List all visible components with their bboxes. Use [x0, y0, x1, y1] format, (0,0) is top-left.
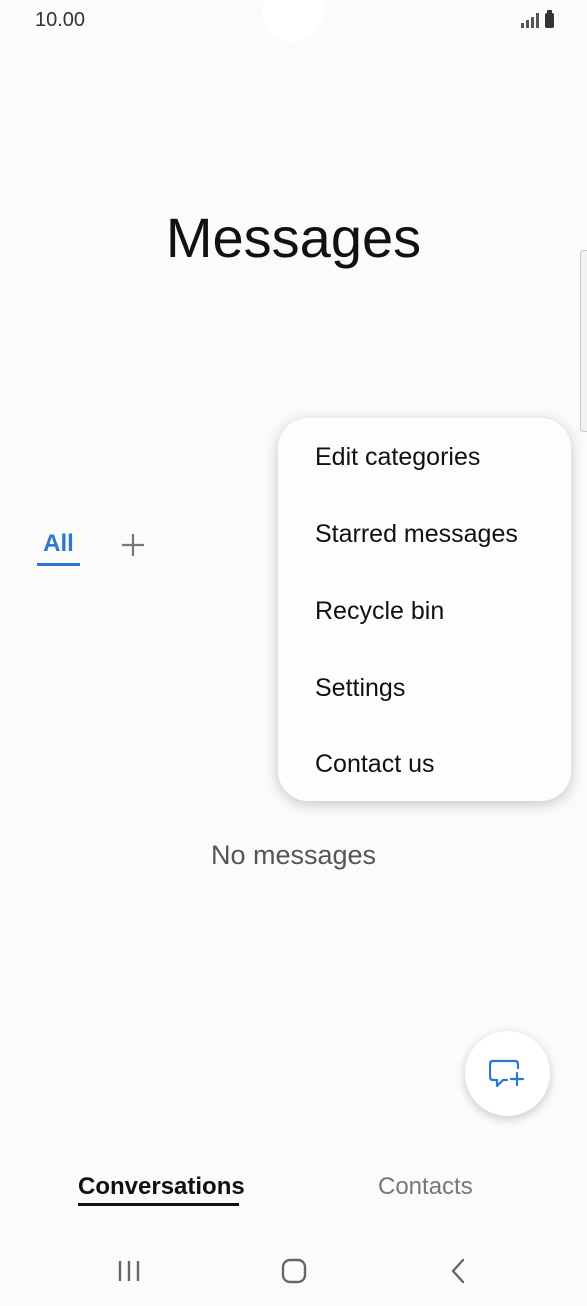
menu-item-starred-messages[interactable]: Starred messages — [278, 496, 571, 573]
navigation-bar — [0, 1240, 587, 1306]
home-icon[interactable] — [277, 1256, 311, 1286]
camera-notch — [262, 0, 324, 42]
empty-state-text: No messages — [210, 840, 377, 870]
plus-icon[interactable] — [118, 530, 148, 560]
tab-conversations[interactable]: Conversations — [78, 1173, 245, 1201]
page-title: Messages — [165, 206, 422, 269]
tab-all[interactable]: All — [37, 530, 80, 558]
menu-item-edit-categories[interactable]: Edit categories — [278, 419, 571, 496]
tab-conversations-indicator — [78, 1203, 239, 1206]
status-bar: 10.00 — [0, 0, 587, 42]
menu-item-recycle-bin[interactable]: Recycle bin — [278, 573, 571, 650]
menu-item-contact-us[interactable]: Contact us — [278, 726, 571, 803]
scroll-indicator[interactable] — [580, 250, 587, 432]
recents-icon[interactable] — [112, 1256, 146, 1286]
tab-all-indicator — [37, 563, 80, 566]
signal-icon — [521, 12, 539, 28]
battery-icon — [545, 10, 554, 28]
menu-item-settings[interactable]: Settings — [278, 650, 571, 727]
status-icons — [521, 10, 554, 28]
tab-contacts[interactable]: Contacts — [378, 1173, 473, 1201]
messages-screen: 10.00 Messages All No messages Edit cate… — [0, 0, 587, 1306]
new-message-icon — [489, 1059, 525, 1088]
compose-button[interactable] — [465, 1031, 550, 1116]
overflow-menu: Edit categories Starred messages Recycle… — [278, 418, 571, 801]
back-icon[interactable] — [442, 1256, 476, 1286]
status-time: 10.00 — [35, 9, 86, 31]
